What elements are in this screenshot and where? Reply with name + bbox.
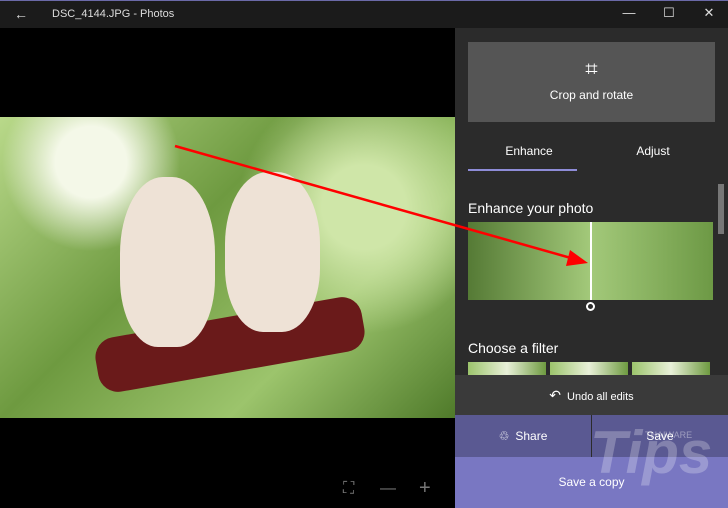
annotation-arrow (174, 144, 588, 266)
